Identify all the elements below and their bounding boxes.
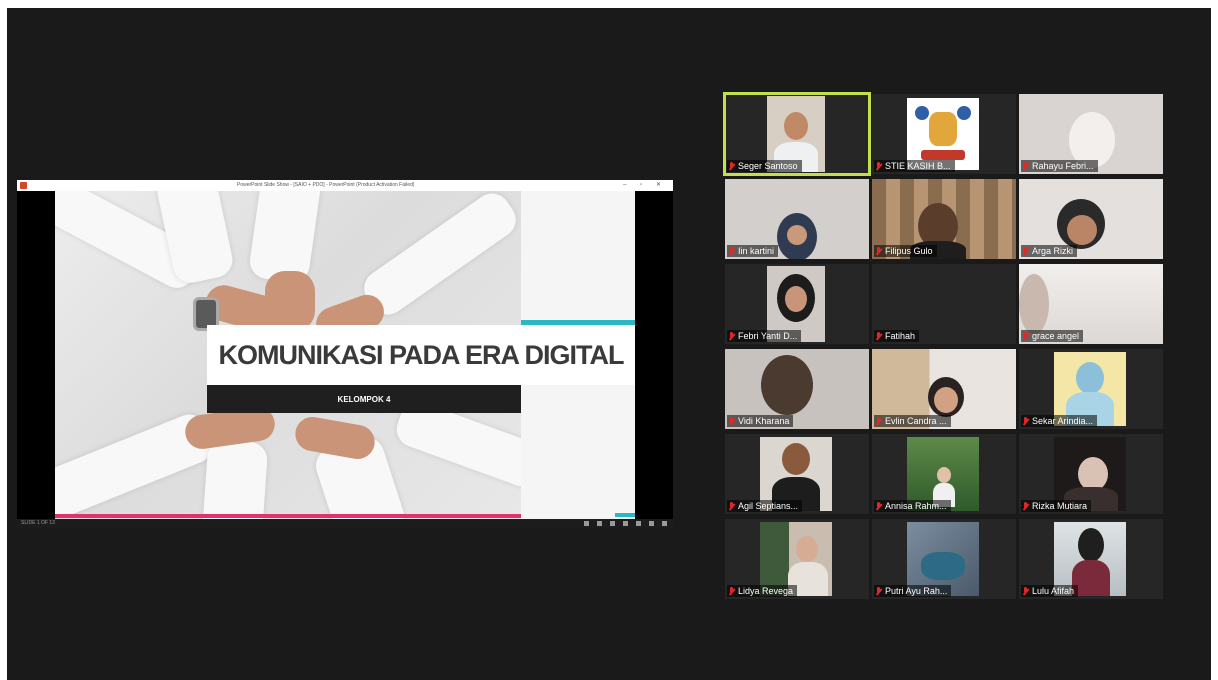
participant-name: Annisa Rahm... xyxy=(885,501,947,511)
mic-muted-icon xyxy=(1022,416,1029,426)
participant-name-bar: grace angel xyxy=(1021,330,1084,342)
participant-name: Seger Santoso xyxy=(738,161,798,171)
participant-tile[interactable]: Sekar Arindia... xyxy=(1019,349,1163,429)
participant-name: Agil Septians... xyxy=(738,501,799,511)
mic-muted-icon xyxy=(1022,161,1029,171)
participant-name: Arga Rizki xyxy=(1032,246,1074,256)
mic-muted-icon xyxy=(875,161,882,171)
previous-icon[interactable] xyxy=(584,521,589,526)
powerpoint-icon xyxy=(20,182,27,189)
mic-muted-icon xyxy=(728,331,735,341)
participant-name: Evlin Candra ... xyxy=(885,416,947,426)
reading-view-icon[interactable] xyxy=(649,521,654,526)
next-icon[interactable] xyxy=(610,521,615,526)
shared-window-titlebar: PowerPoint Slide Show - [SAIO + PDO] - P… xyxy=(17,180,673,191)
participant-name: grace angel xyxy=(1032,331,1080,341)
participant-name-bar: Lidya Revega xyxy=(727,585,798,597)
shared-screen: PowerPoint Slide Show - [SAIO + PDO] - P… xyxy=(17,180,673,528)
mic-muted-icon xyxy=(1022,246,1029,256)
participant-tile[interactable]: STIE KASIH B... xyxy=(872,94,1016,174)
participant-name: Rahayu Febri... xyxy=(1032,161,1094,171)
mic-muted-icon xyxy=(1022,331,1029,341)
participant-tile[interactable]: Annisa Rahm... xyxy=(872,434,1016,514)
participant-name-bar: STIE KASIH B... xyxy=(874,160,955,172)
participant-name-bar: Rahayu Febri... xyxy=(1021,160,1098,172)
mic-muted-icon xyxy=(728,246,735,256)
slide-title: KOMUNIKASI PADA ERA DIGITAL xyxy=(207,325,635,385)
participant-name-bar: Sekar Arindia... xyxy=(1021,415,1098,427)
participant-name-bar: Annisa Rahm... xyxy=(874,500,951,512)
participant-tile[interactable]: Putri Ayu Rah... xyxy=(872,519,1016,599)
participant-name: Vidi Kharana xyxy=(738,416,790,426)
participant-name-bar: Evlin Candra ... xyxy=(874,415,951,427)
pause-icon[interactable] xyxy=(597,521,602,526)
participant-tile[interactable]: Arga Rizki xyxy=(1019,179,1163,259)
participant-name-bar: Arga Rizki xyxy=(1021,245,1078,257)
participant-name-bar: Putri Ayu Rah... xyxy=(874,585,952,597)
window-controls: – ▫ ✕ xyxy=(623,182,667,188)
participant-name-bar: Vidi Kharana xyxy=(727,415,794,427)
slide-subtitle: KELOMPOK 4 xyxy=(207,385,521,413)
slide-sorter-icon[interactable] xyxy=(636,521,641,526)
participant-name: Putri Ayu Rah... xyxy=(885,586,948,596)
participant-name-bar: Filipus Gulo xyxy=(874,245,937,257)
participant-name: Filipus Gulo xyxy=(885,246,933,256)
participant-name-bar: Iin kartini xyxy=(727,245,779,257)
participant-name: Iin kartini xyxy=(738,246,775,256)
participant-name-bar: Febri Yanti D... xyxy=(727,330,802,342)
participant-tile[interactable]: Lidya Revega xyxy=(725,519,869,599)
participant-name: Lulu Afifah xyxy=(1032,586,1075,596)
participant-name: Rizka Mutiara xyxy=(1032,501,1088,511)
participant-tile[interactable]: Rizka Mutiara xyxy=(1019,434,1163,514)
participant-tile[interactable]: Iin kartini xyxy=(725,179,869,259)
participant-name: Lidya Revega xyxy=(738,586,794,596)
mic-muted-icon xyxy=(875,416,882,426)
mic-muted-icon xyxy=(728,501,735,511)
participant-tile[interactable]: Seger Santoso xyxy=(723,92,871,176)
participant-tile[interactable]: Filipus Gulo xyxy=(872,179,1016,259)
mic-muted-icon xyxy=(875,331,882,341)
slide-counter: SLIDE 1 OF 13 xyxy=(21,520,55,526)
participant-name: STIE KASIH B... xyxy=(885,161,951,171)
mic-muted-icon xyxy=(728,416,735,426)
participant-tile[interactable]: Evlin Candra ... xyxy=(872,349,1016,429)
mic-muted-icon xyxy=(728,586,735,596)
participant-name-bar: Fatihah xyxy=(874,330,920,342)
mic-muted-icon xyxy=(875,246,882,256)
mic-muted-icon xyxy=(875,586,882,596)
participant-tile[interactable]: Agil Septians... xyxy=(725,434,869,514)
participant-name: Sekar Arindia... xyxy=(1032,416,1094,426)
slide-accent-line-small xyxy=(615,513,635,517)
participant-name-bar: Rizka Mutiara xyxy=(1021,500,1092,512)
participant-name-bar: Lulu Afifah xyxy=(1021,585,1079,597)
participant-tile[interactable]: Lulu Afifah xyxy=(1019,519,1163,599)
shared-window-title: PowerPoint Slide Show - [SAIO + PDO] - P… xyxy=(237,182,415,188)
participant-name-bar: Agil Septians... xyxy=(727,500,803,512)
mic-muted-icon xyxy=(1022,501,1029,511)
participant-name-bar: Seger Santoso xyxy=(727,160,802,172)
slideshow-statusbar: SLIDE 1 OF 13 xyxy=(17,519,673,528)
normal-view-icon[interactable] xyxy=(623,521,628,526)
mic-muted-icon xyxy=(728,161,735,171)
mic-muted-icon xyxy=(1022,586,1029,596)
participant-tile[interactable]: grace angel xyxy=(1019,264,1163,344)
mic-muted-icon xyxy=(875,501,882,511)
participant-tile[interactable]: Febri Yanti D... xyxy=(725,264,869,344)
presentation-slide: KOMUNIKASI PADA ERA DIGITAL KELOMPOK 4 xyxy=(55,191,635,519)
participant-tile[interactable]: Vidi Kharana xyxy=(725,349,869,429)
participant-name: Febri Yanti D... xyxy=(738,331,798,341)
meeting-stage: PowerPoint Slide Show - [SAIO + PDO] - P… xyxy=(7,8,1211,680)
slideshow-icon[interactable] xyxy=(662,521,667,526)
participant-tile[interactable]: Fatihah xyxy=(872,264,1016,344)
participant-tile[interactable]: Rahayu Febri... xyxy=(1019,94,1163,174)
slide-accent-bar xyxy=(55,514,521,518)
participant-name: Fatihah xyxy=(885,331,916,341)
